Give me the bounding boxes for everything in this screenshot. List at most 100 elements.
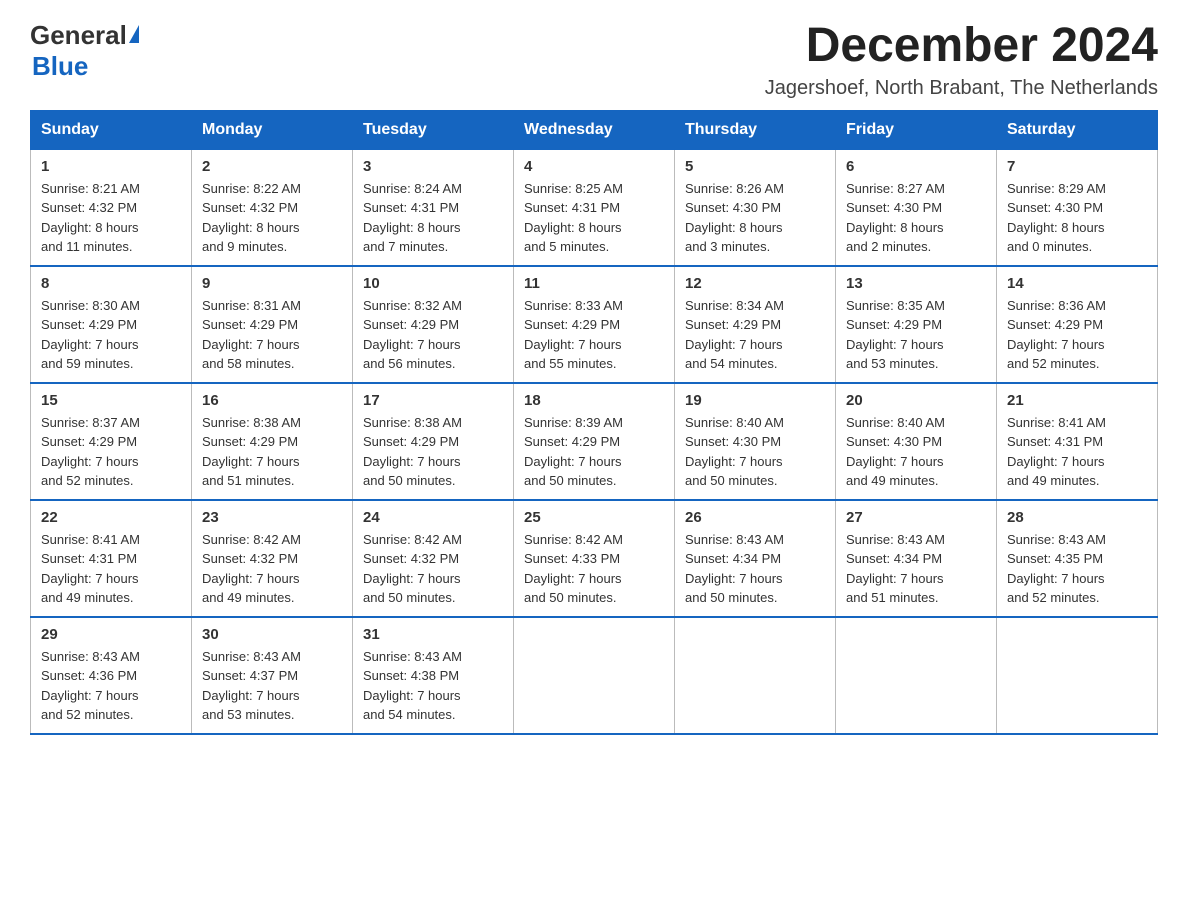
day-number: 19	[685, 392, 825, 409]
day-info: Sunrise: 8:32 AM Sunset: 4:29 PM Dayligh…	[363, 296, 503, 374]
day-cell-25: 25Sunrise: 8:42 AM Sunset: 4:33 PM Dayli…	[514, 500, 675, 617]
logo-blue-text: Blue	[32, 51, 88, 82]
day-number: 4	[524, 158, 664, 175]
day-cell-23: 23 Sunrise: 8:42 AM Sunset: 4:32 PM Dayli…	[192, 500, 353, 617]
day-number: 18	[524, 392, 664, 409]
day-cell-2: 2Sunrise: 8:22 AM Sunset: 4:32 PM Daylig…	[192, 149, 353, 266]
day-number: 3	[363, 158, 503, 175]
weekday-header-row: SundayMondayTuesdayWednesdayThursdayFrid…	[31, 110, 1158, 149]
day-number: 13	[846, 275, 986, 292]
day-number: 5	[685, 158, 825, 175]
day-number: 9	[202, 275, 342, 292]
day-info: Sunrise: 8:37 AM Sunset: 4:29 PM Dayligh…	[41, 413, 181, 491]
day-number: 20	[846, 392, 986, 409]
calendar-table: SundayMondayTuesdayWednesdayThursdayFrid…	[30, 110, 1158, 735]
day-number: 14	[1007, 275, 1147, 292]
day-number: 27	[846, 509, 986, 526]
day-cell-12: 12 Sunrise: 8:34 AM Sunset: 4:29 PM Dayli…	[675, 266, 836, 383]
day-number: 26	[685, 509, 825, 526]
week-row-4: 22 Sunrise: 8:41 AM Sunset: 4:31 PM Dayli…	[31, 500, 1158, 617]
day-number: 11	[524, 275, 664, 292]
day-info: Sunrise: 8:43 AM Sunset: 4:37 PM Dayligh…	[202, 647, 342, 725]
day-info: Sunrise: 8:42 AM Sunset: 4:32 PM Dayligh…	[202, 530, 342, 608]
day-number: 12	[685, 275, 825, 292]
day-info: Sunrise: 8:22 AM Sunset: 4:32 PM Dayligh…	[202, 179, 342, 257]
day-cell-17: 17 Sunrise: 8:38 AM Sunset: 4:29 PM Dayli…	[353, 383, 514, 500]
day-info: Sunrise: 8:43 AM Sunset: 4:38 PM Dayligh…	[363, 647, 503, 725]
day-info: Sunrise: 8:34 AM Sunset: 4:29 PM Dayligh…	[685, 296, 825, 374]
day-cell-20: 20 Sunrise: 8:40 AM Sunset: 4:30 PM Dayli…	[836, 383, 997, 500]
day-number: 6	[846, 158, 986, 175]
day-number: 17	[363, 392, 503, 409]
day-cell-18: 18 Sunrise: 8:39 AM Sunset: 4:29 PM Dayli…	[514, 383, 675, 500]
day-cell-10: 10 Sunrise: 8:32 AM Sunset: 4:29 PM Dayli…	[353, 266, 514, 383]
day-cell-16: 16 Sunrise: 8:38 AM Sunset: 4:29 PM Dayli…	[192, 383, 353, 500]
weekday-header-thursday: Thursday	[675, 110, 836, 149]
day-info: Sunrise: 8:42 AM Sunset: 4:33 PM Dayligh…	[524, 530, 664, 608]
day-info: Sunrise: 8:26 AM Sunset: 4:30 PM Dayligh…	[685, 179, 825, 257]
empty-cell	[997, 617, 1158, 734]
week-row-3: 15 Sunrise: 8:37 AM Sunset: 4:29 PM Dayli…	[31, 383, 1158, 500]
title-block: December 2024 Jagershoef, North Brabant,…	[765, 20, 1158, 100]
day-cell-4: 4 Sunrise: 8:25 AM Sunset: 4:31 PM Daylig…	[514, 149, 675, 266]
day-cell-24: 24Sunrise: 8:42 AM Sunset: 4:32 PM Dayli…	[353, 500, 514, 617]
day-number: 22	[41, 509, 181, 526]
weekday-header-monday: Monday	[192, 110, 353, 149]
empty-cell	[514, 617, 675, 734]
day-cell-21: 21 Sunrise: 8:41 AM Sunset: 4:31 PM Dayli…	[997, 383, 1158, 500]
day-info: Sunrise: 8:43 AM Sunset: 4:36 PM Dayligh…	[41, 647, 181, 725]
week-row-1: 1Sunrise: 8:21 AM Sunset: 4:32 PM Daylig…	[31, 149, 1158, 266]
calendar-title: December 2024	[765, 20, 1158, 73]
week-row-2: 8 Sunrise: 8:30 AM Sunset: 4:29 PM Daylig…	[31, 266, 1158, 383]
day-info: Sunrise: 8:40 AM Sunset: 4:30 PM Dayligh…	[846, 413, 986, 491]
logo-triangle-icon	[129, 25, 139, 43]
day-info: Sunrise: 8:30 AM Sunset: 4:29 PM Dayligh…	[41, 296, 181, 374]
day-number: 8	[41, 275, 181, 292]
day-info: Sunrise: 8:43 AM Sunset: 4:34 PM Dayligh…	[685, 530, 825, 608]
day-number: 24	[363, 509, 503, 526]
day-info: Sunrise: 8:39 AM Sunset: 4:29 PM Dayligh…	[524, 413, 664, 491]
day-cell-15: 15 Sunrise: 8:37 AM Sunset: 4:29 PM Dayli…	[31, 383, 192, 500]
day-cell-8: 8 Sunrise: 8:30 AM Sunset: 4:29 PM Daylig…	[31, 266, 192, 383]
day-info: Sunrise: 8:25 AM Sunset: 4:31 PM Dayligh…	[524, 179, 664, 257]
day-number: 16	[202, 392, 342, 409]
day-number: 28	[1007, 509, 1147, 526]
day-info: Sunrise: 8:38 AM Sunset: 4:29 PM Dayligh…	[363, 413, 503, 491]
day-number: 30	[202, 626, 342, 643]
day-cell-30: 30 Sunrise: 8:43 AM Sunset: 4:37 PM Dayli…	[192, 617, 353, 734]
day-cell-7: 7Sunrise: 8:29 AM Sunset: 4:30 PM Daylig…	[997, 149, 1158, 266]
day-cell-5: 5 Sunrise: 8:26 AM Sunset: 4:30 PM Daylig…	[675, 149, 836, 266]
weekday-header-tuesday: Tuesday	[353, 110, 514, 149]
day-info: Sunrise: 8:40 AM Sunset: 4:30 PM Dayligh…	[685, 413, 825, 491]
day-number: 10	[363, 275, 503, 292]
day-info: Sunrise: 8:41 AM Sunset: 4:31 PM Dayligh…	[41, 530, 181, 608]
day-info: Sunrise: 8:41 AM Sunset: 4:31 PM Dayligh…	[1007, 413, 1147, 491]
day-cell-14: 14 Sunrise: 8:36 AM Sunset: 4:29 PM Dayli…	[997, 266, 1158, 383]
day-number: 1	[41, 158, 181, 175]
day-number: 23	[202, 509, 342, 526]
day-info: Sunrise: 8:33 AM Sunset: 4:29 PM Dayligh…	[524, 296, 664, 374]
day-info: Sunrise: 8:29 AM Sunset: 4:30 PM Dayligh…	[1007, 179, 1147, 257]
calendar-subtitle: Jagershoef, North Brabant, The Netherlan…	[765, 77, 1158, 100]
day-cell-11: 11 Sunrise: 8:33 AM Sunset: 4:29 PM Dayli…	[514, 266, 675, 383]
day-info: Sunrise: 8:43 AM Sunset: 4:35 PM Dayligh…	[1007, 530, 1147, 608]
weekday-header-saturday: Saturday	[997, 110, 1158, 149]
day-cell-22: 22 Sunrise: 8:41 AM Sunset: 4:31 PM Dayli…	[31, 500, 192, 617]
day-cell-9: 9 Sunrise: 8:31 AM Sunset: 4:29 PM Daylig…	[192, 266, 353, 383]
day-cell-6: 6 Sunrise: 8:27 AM Sunset: 4:30 PM Daylig…	[836, 149, 997, 266]
day-number: 15	[41, 392, 181, 409]
day-cell-28: 28 Sunrise: 8:43 AM Sunset: 4:35 PM Dayli…	[997, 500, 1158, 617]
day-info: Sunrise: 8:43 AM Sunset: 4:34 PM Dayligh…	[846, 530, 986, 608]
day-cell-29: 29 Sunrise: 8:43 AM Sunset: 4:36 PM Dayli…	[31, 617, 192, 734]
day-number: 29	[41, 626, 181, 643]
empty-cell	[675, 617, 836, 734]
day-info: Sunrise: 8:31 AM Sunset: 4:29 PM Dayligh…	[202, 296, 342, 374]
day-cell-13: 13 Sunrise: 8:35 AM Sunset: 4:29 PM Dayli…	[836, 266, 997, 383]
day-info: Sunrise: 8:35 AM Sunset: 4:29 PM Dayligh…	[846, 296, 986, 374]
day-info: Sunrise: 8:36 AM Sunset: 4:29 PM Dayligh…	[1007, 296, 1147, 374]
logo-general-text: General	[30, 20, 127, 51]
day-info: Sunrise: 8:27 AM Sunset: 4:30 PM Dayligh…	[846, 179, 986, 257]
day-info: Sunrise: 8:38 AM Sunset: 4:29 PM Dayligh…	[202, 413, 342, 491]
day-number: 21	[1007, 392, 1147, 409]
weekday-header-sunday: Sunday	[31, 110, 192, 149]
